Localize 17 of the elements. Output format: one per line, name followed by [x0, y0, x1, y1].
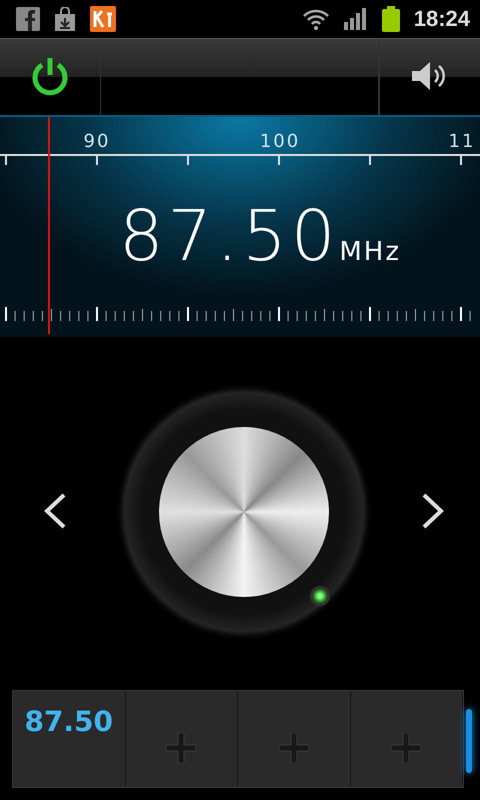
- facebook-icon: [16, 7, 40, 31]
- key-app-icon: [90, 6, 116, 32]
- scroll-glow: [466, 709, 472, 773]
- frequency-display: 87.50: [118, 201, 340, 271]
- scale-label: 90: [84, 131, 110, 152]
- battery-icon: [382, 6, 400, 32]
- plus-icon: [166, 733, 196, 763]
- plus-icon: [278, 733, 309, 763]
- plus-icon: [391, 733, 422, 763]
- scale-label: 100: [260, 131, 300, 152]
- signal-icon: [344, 8, 368, 30]
- frequency-unit: MHz: [339, 237, 402, 267]
- clock-time: 18:24: [414, 6, 470, 32]
- tuning-needle[interactable]: [48, 117, 50, 334]
- wifi-icon: [302, 8, 330, 30]
- shopping-bag-icon: [54, 7, 76, 31]
- scale-label: 11: [448, 131, 476, 152]
